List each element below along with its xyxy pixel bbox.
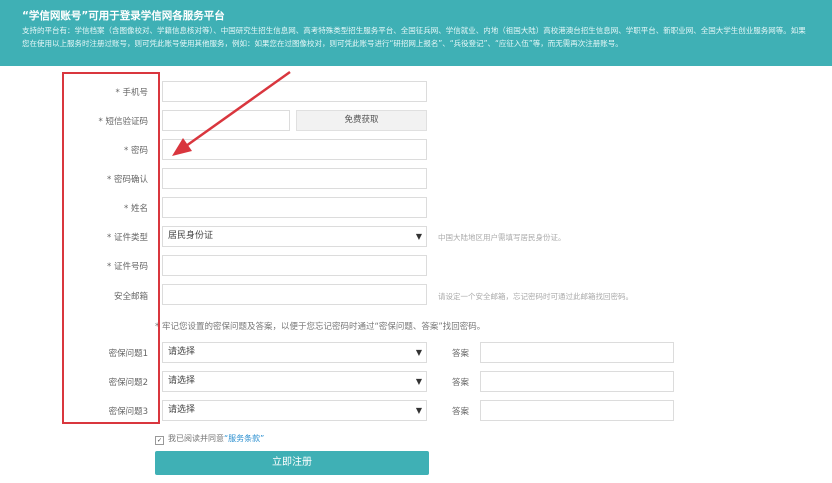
annotation-arrow-icon bbox=[172, 70, 291, 156]
